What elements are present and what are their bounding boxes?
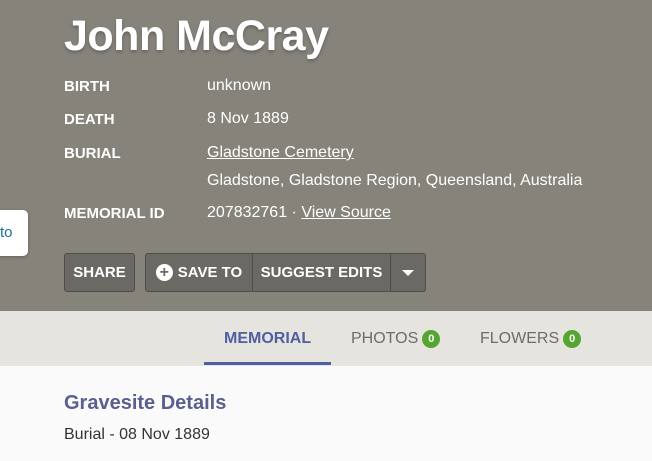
active-tab-indicator: [204, 362, 331, 365]
share-button[interactable]: Share: [64, 253, 135, 292]
side-tab-label[interactable]: to: [0, 224, 13, 241]
tab-flowers[interactable]: Flowers 0: [480, 311, 582, 366]
tab-memorial-label: Memorial: [224, 329, 312, 347]
tab-flowers-label: Flowers: [480, 329, 560, 347]
tab-memorial[interactable]: Memorial: [224, 311, 311, 366]
gravesite-burial-date: Burial - 08 Nov 1889: [64, 426, 210, 443]
view-source-link[interactable]: View Source: [301, 204, 391, 221]
suggest-edits-button[interactable]: Suggest Edits: [252, 254, 390, 291]
death-value: 8 Nov 1889: [207, 110, 289, 127]
save-to-label: Save To: [177, 264, 243, 281]
gravesite-details-heading: Gravesite Details: [64, 392, 227, 414]
memorial-header: to John McCray Birth unknown Death 8 Nov…: [0, 0, 652, 311]
more-actions-dropdown[interactable]: [390, 254, 425, 291]
memorial-id-label: Memorial ID: [64, 205, 165, 222]
photos-count-badge: 0: [422, 329, 441, 348]
memorial-tabs: Memorial Photos 0 Flowers 0: [0, 311, 652, 366]
cemetery-link[interactable]: Gladstone Cemetery: [207, 144, 354, 162]
memorial-id: 207832761 · View Source: [207, 204, 391, 222]
flowers-count-badge: 0: [563, 329, 582, 348]
birth-label: Birth: [64, 78, 110, 95]
birth-value: unknown: [207, 77, 272, 94]
plus-circle-icon: +: [155, 264, 173, 281]
burial-location: Gladstone, Gladstone Region, Queensland,…: [207, 172, 583, 189]
tab-photos[interactable]: Photos 0: [351, 311, 441, 366]
memorial-name: John McCray: [64, 12, 329, 60]
memorial-id-value: 207832761 ·: [207, 204, 297, 221]
burial-label: Burial: [64, 145, 121, 162]
caret-down-icon: [402, 269, 414, 276]
side-tab[interactable]: to: [0, 210, 28, 256]
tab-photos-label: Photos: [351, 329, 419, 347]
action-button-group: + Save To Suggest Edits: [145, 253, 426, 292]
death-label: Death: [64, 111, 115, 128]
save-to-button[interactable]: + Save To: [146, 254, 252, 291]
